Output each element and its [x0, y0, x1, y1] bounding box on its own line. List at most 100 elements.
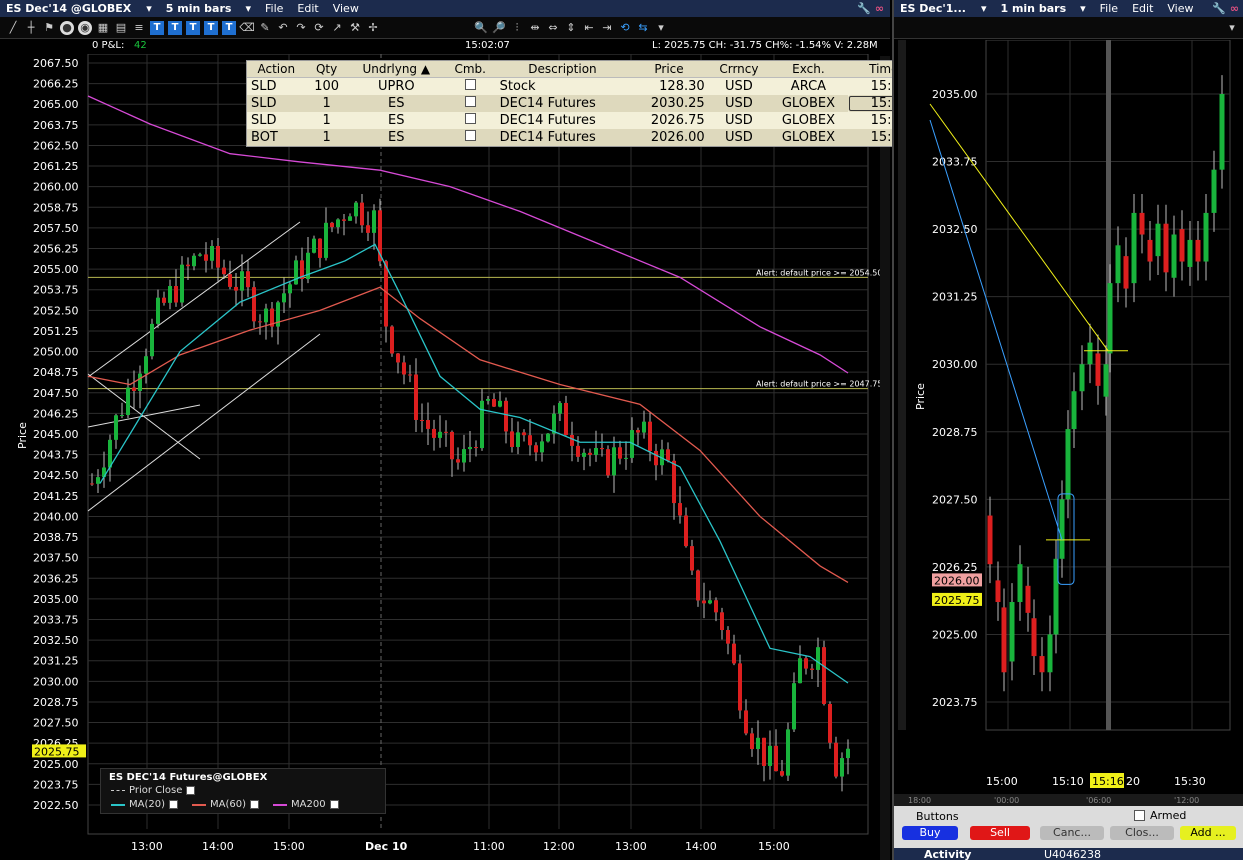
- grid-icon[interactable]: ▦: [96, 21, 110, 35]
- right-candle-body: [1123, 256, 1129, 289]
- right-menu-edit[interactable]: Edit: [1125, 2, 1160, 15]
- left-contract-dropdown-icon[interactable]: ▾: [139, 2, 159, 15]
- right-contract-title[interactable]: ES Dec'1...: [894, 2, 974, 15]
- candle-body: [126, 387, 130, 415]
- candle-body: [336, 219, 340, 228]
- right-price-tick-label: 2031.25: [932, 291, 978, 304]
- col-underlying[interactable]: Undrlyng ▲: [347, 61, 445, 78]
- toolbar-more-icon[interactable]: ▾: [654, 21, 668, 35]
- candle-body: [120, 414, 124, 416]
- hammer-icon[interactable]: ⚒: [348, 21, 362, 35]
- col-exchange[interactable]: Exch.: [769, 61, 848, 78]
- swap-icon[interactable]: ⇆: [636, 21, 650, 35]
- candle-body: [96, 477, 100, 484]
- crosshair-icon[interactable]: ┼: [24, 21, 38, 35]
- col-qty[interactable]: Qty: [305, 61, 348, 78]
- table-icon[interactable]: ▤: [114, 21, 128, 35]
- right-price-tick-label: 2023.75: [932, 696, 978, 709]
- trade-row[interactable]: SLD 100 UPRO Stock 128.30 USD ARCA 15:22…: [247, 77, 933, 95]
- col-price[interactable]: Price: [629, 61, 709, 78]
- col-action[interactable]: Action: [247, 61, 306, 78]
- candle-body: [486, 399, 490, 401]
- left-price-chart[interactable]: 2067.50 2066.25 2065.00 2063.75 2062.50 2061.…: [0, 54, 890, 860]
- right-toolbar-more-icon[interactable]: ▾: [1225, 21, 1239, 35]
- compress-icon[interactable]: ⇤: [582, 21, 596, 35]
- time-tick-label: 15:00: [758, 840, 790, 853]
- right-wrench-icon[interactable]: 🔧: [1212, 2, 1226, 15]
- text-tool-icon-3[interactable]: T: [186, 20, 200, 35]
- candle-body: [840, 758, 844, 777]
- left-contract-title[interactable]: ES Dec'14 @GLOBEX: [0, 2, 139, 15]
- trade-row[interactable]: BOT 1 ES DEC14 Futures 2026.00 USD GLOBE…: [247, 129, 933, 146]
- pan-icon[interactable]: ⇹: [528, 21, 542, 35]
- arrow-icon[interactable]: ↗: [330, 21, 344, 35]
- sell-button[interactable]: Sell: [970, 826, 1030, 840]
- ma200-checkbox[interactable]: [329, 800, 339, 809]
- zoom-out-icon[interactable]: 🔎: [492, 21, 506, 35]
- trade-combo-checkbox[interactable]: [464, 96, 476, 107]
- bars-icon[interactable]: ⫶: [510, 21, 524, 35]
- refresh-icon[interactable]: ⟲: [618, 21, 632, 35]
- trade-row[interactable]: SLD 1 ES DEC14 Futures 2026.75 USD GLOBE…: [247, 112, 933, 129]
- text-tool-icon-2[interactable]: T: [168, 20, 182, 35]
- draw-line-icon[interactable]: ╱: [6, 21, 20, 35]
- col-description[interactable]: Description: [495, 61, 630, 78]
- right-price-chart[interactable]: 2035.00 2033.75 2032.50 2031.25 2030.00 2028.…: [894, 40, 1243, 806]
- right-contract-dropdown-icon[interactable]: ▾: [974, 2, 994, 15]
- activity-label[interactable]: Activity: [924, 848, 971, 860]
- redo-icon[interactable]: ↷: [294, 21, 308, 35]
- buy-button[interactable]: Buy: [902, 826, 958, 840]
- zoom-in-icon[interactable]: 🔍: [474, 21, 488, 35]
- scale-icon[interactable]: ⇕: [564, 21, 578, 35]
- right-price-tick-label: 2035.00: [932, 88, 978, 101]
- undo-icon[interactable]: ↶: [276, 21, 290, 35]
- left-wrench-icon[interactable]: 🔧: [857, 2, 871, 15]
- pin-icon[interactable]: ✢: [366, 21, 380, 35]
- candle-body: [192, 255, 196, 267]
- ma60-checkbox[interactable]: [250, 800, 259, 809]
- left-menu-file[interactable]: File: [258, 2, 290, 15]
- ma20-checkbox[interactable]: [169, 800, 178, 809]
- text-tool-icon-4[interactable]: T: [204, 20, 218, 35]
- expand-icon[interactable]: ⇥: [600, 21, 614, 35]
- left-menu-view[interactable]: View: [326, 2, 366, 15]
- trade-combo-checkbox[interactable]: [464, 113, 476, 124]
- right-link-icon[interactable]: ∞: [1230, 2, 1239, 15]
- trade-combo-checkbox[interactable]: [464, 130, 476, 141]
- right-interval-dropdown-icon[interactable]: ▾: [1073, 2, 1093, 15]
- col-currency[interactable]: Crrncy: [708, 61, 770, 78]
- lines-icon[interactable]: ≡: [132, 21, 146, 35]
- reload-icon[interactable]: ⟳: [312, 21, 326, 35]
- price-tick-label: 2032.50: [33, 634, 79, 647]
- close-button[interactable]: Clos...: [1110, 826, 1174, 840]
- fit-icon[interactable]: ⇔: [546, 21, 560, 35]
- prior-close-checkbox[interactable]: [186, 786, 196, 795]
- left-link-icon[interactable]: ∞: [875, 2, 884, 15]
- right-menu-view[interactable]: View: [1160, 2, 1200, 15]
- circle-icon[interactable]: ●: [60, 20, 74, 35]
- candle-body: [762, 737, 766, 766]
- trade-row[interactable]: SLD 1 ES DEC14 Futures 2030.25 USD GLOBE…: [247, 95, 933, 112]
- right-menu-file[interactable]: File: [1093, 2, 1125, 15]
- left-scrollbar[interactable]: [880, 56, 890, 860]
- right-chart-window: ES Dec'1... ▾ 1 min bars ▾ File Edit Vie…: [892, 0, 1243, 860]
- pencil-icon[interactable]: ✎: [258, 21, 272, 35]
- eraser-icon[interactable]: ⌫: [239, 21, 255, 35]
- left-interval-select[interactable]: 5 min bars: [159, 2, 239, 15]
- cancel-button[interactable]: Canc...: [1040, 826, 1104, 840]
- price-tick-label: 2067.50: [33, 57, 79, 70]
- add-button[interactable]: Add ...: [1180, 826, 1236, 840]
- candle-body: [516, 432, 520, 447]
- text-tool-icon-1[interactable]: T: [150, 20, 164, 35]
- flag-icon[interactable]: ⚑: [42, 21, 56, 35]
- left-interval-dropdown-icon[interactable]: ▾: [238, 2, 258, 15]
- palette-icon[interactable]: ◉: [78, 20, 92, 35]
- trade-exchange: GLOBEX: [769, 112, 848, 129]
- col-combo[interactable]: Cmb.: [444, 61, 496, 78]
- candle-body: [582, 452, 586, 457]
- text-tool-icon-5[interactable]: T: [222, 20, 236, 35]
- trade-combo-checkbox[interactable]: [464, 79, 476, 90]
- left-menu-edit[interactable]: Edit: [290, 2, 325, 15]
- armed-checkbox[interactable]: [1134, 810, 1145, 821]
- right-interval-select[interactable]: 1 min bars: [993, 2, 1073, 15]
